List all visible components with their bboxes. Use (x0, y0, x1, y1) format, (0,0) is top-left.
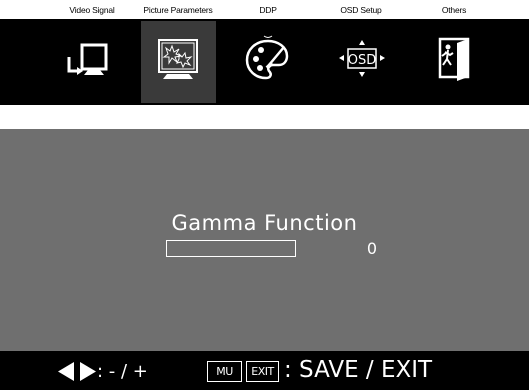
exit-key[interactable]: EXIT (246, 361, 279, 382)
save-exit-hint: : SAVE / EXIT (284, 357, 433, 383)
palette-icon (245, 35, 289, 80)
adjust-hint: : - / + (97, 361, 148, 382)
setting-title: Gamma Function (171, 211, 358, 235)
tab-label-others[interactable]: Others (404, 5, 504, 15)
tab-label-ddp[interactable]: DDP (218, 5, 318, 15)
setting-value: 0 (366, 239, 378, 258)
tab-ddp[interactable] (231, 21, 306, 103)
tab-label-picture-parameters[interactable]: Picture Parameters (128, 5, 228, 15)
picture-parameters-icon (158, 39, 198, 79)
tab-others[interactable] (417, 21, 492, 103)
tab-picture-parameters[interactable] (141, 21, 216, 103)
gamma-level-bar[interactable] (166, 240, 296, 257)
exit-door-icon (438, 37, 470, 81)
tab-osd-setup[interactable]: OSD (324, 21, 399, 103)
tab-video-signal[interactable] (55, 21, 130, 103)
tab-label-osd-setup[interactable]: OSD Setup (311, 5, 411, 15)
left-right-arrows-icon (58, 362, 96, 381)
setting-panel: Gamma Function 0 (0, 129, 529, 351)
menu-icon-bar: OSD (0, 19, 529, 105)
video-signal-icon (67, 43, 108, 75)
footer-bar: : - / + MU EXIT : SAVE / EXIT (0, 351, 529, 390)
svg-text:OSD: OSD (348, 53, 377, 68)
tab-labels-row: Video Signal Picture Parameters DDP OSD … (0, 0, 529, 18)
osd-setup-icon: OSD (339, 40, 385, 77)
menu-key[interactable]: MU (207, 361, 242, 382)
tab-label-video-signal[interactable]: Video Signal (42, 5, 142, 15)
